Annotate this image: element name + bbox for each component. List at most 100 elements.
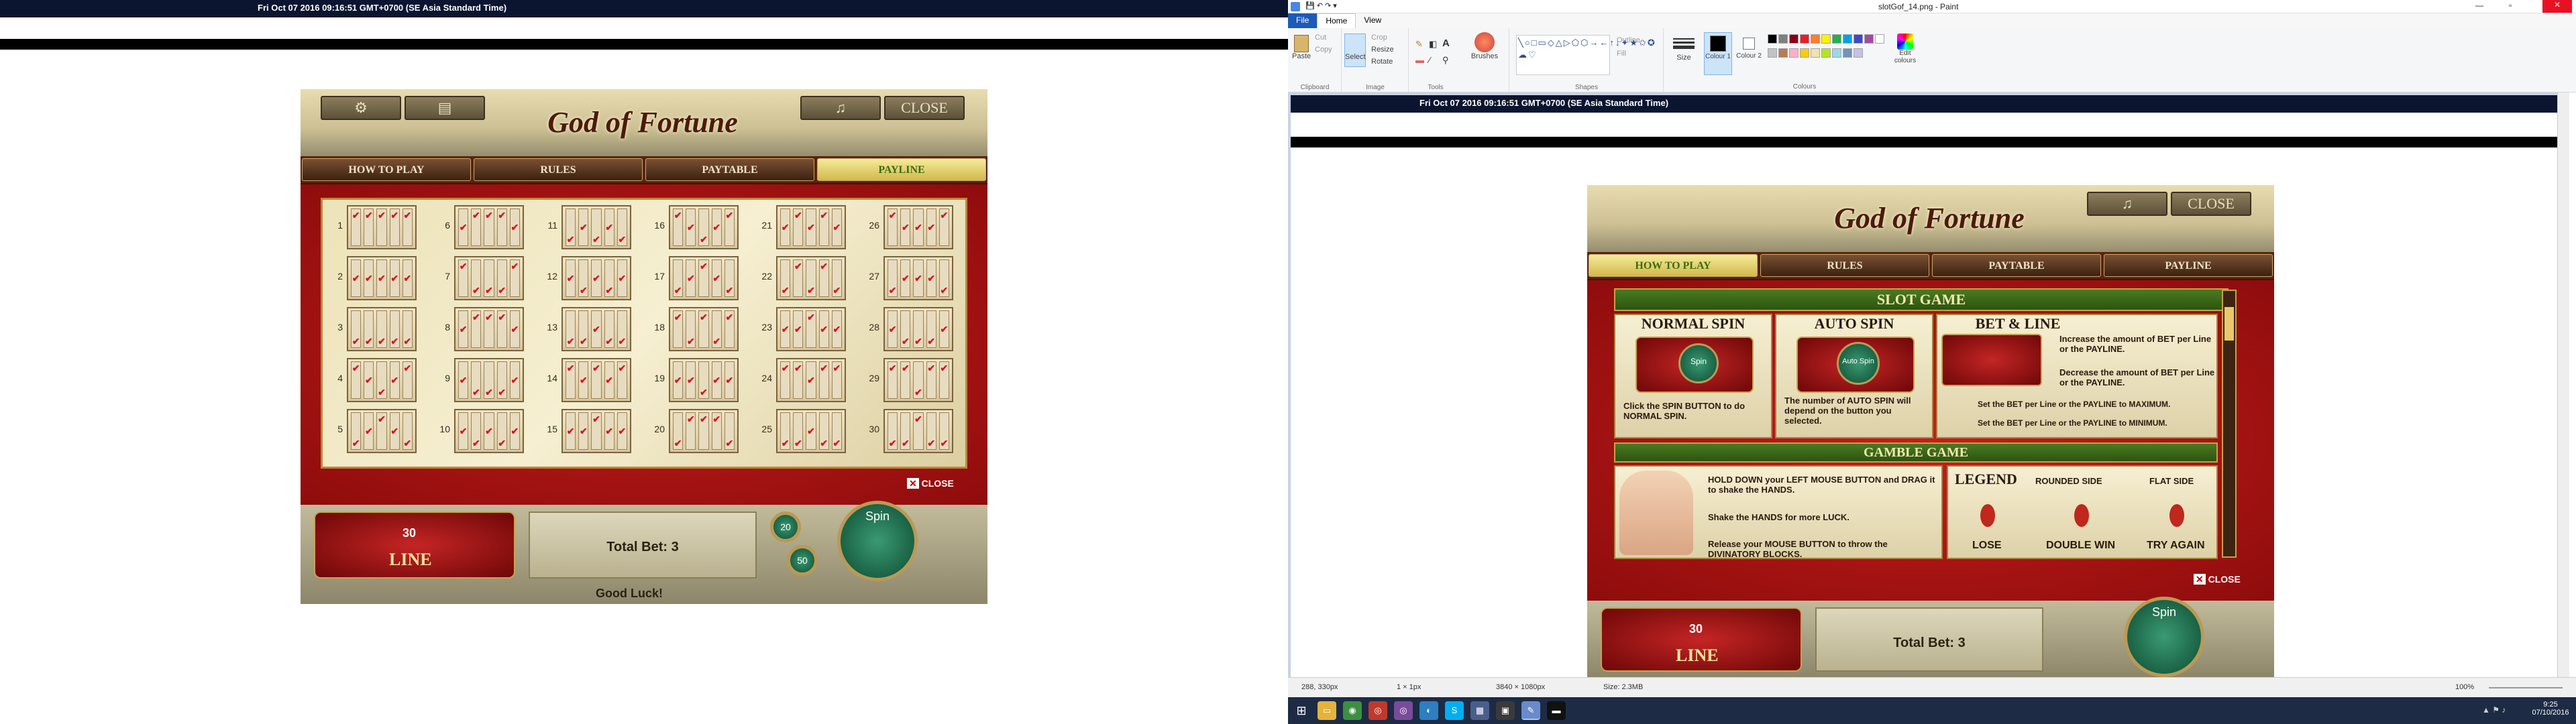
legend-try: TRY AGAIN bbox=[2147, 540, 2205, 551]
colour-swatch[interactable] bbox=[1843, 48, 1852, 58]
canvas-tab-payline[interactable]: PAYLINE bbox=[2104, 254, 2273, 277]
check-mark-icon: ✔ bbox=[781, 222, 790, 233]
canvas-close-button[interactable]: CLOSE bbox=[2171, 192, 2251, 216]
colour-swatch[interactable] bbox=[1864, 34, 1874, 44]
terminal-icon[interactable]: ▬ bbox=[1547, 701, 1566, 720]
colour-swatch[interactable] bbox=[1768, 34, 1777, 44]
paint-canvas-area[interactable]: Fri Oct 07 2016 09:16:51 GMT+0700 (SE As… bbox=[1288, 93, 2569, 677]
check-mark-icon: ✔ bbox=[725, 285, 734, 296]
tab-paytable[interactable]: PAYTABLE bbox=[645, 158, 814, 181]
music-button[interactable]: ♫ bbox=[800, 96, 881, 120]
crop-button[interactable]: Crop bbox=[1371, 34, 1387, 42]
select-button[interactable]: Select bbox=[1344, 34, 1366, 67]
app-icon-4[interactable]: ▦ bbox=[1470, 701, 1489, 720]
brushes-button[interactable]: Brushes bbox=[1468, 32, 1501, 60]
system-tray[interactable]: ▲ ⚑ ♪ bbox=[2482, 705, 2506, 715]
help-close-button[interactable]: ✕ CLOSE bbox=[907, 478, 954, 489]
colour-swatch[interactable] bbox=[1821, 34, 1831, 44]
ribbon: Paste Cut Copy Clipboard Select Crop Res… bbox=[1288, 28, 2576, 93]
tab-how-to-play[interactable]: HOW TO PLAY bbox=[302, 158, 471, 181]
canvas-spin-button[interactable]: Spin bbox=[2124, 597, 2204, 677]
chip-20-button[interactable]: 20 bbox=[770, 511, 801, 542]
zoom-slider[interactable] bbox=[2489, 687, 2563, 688]
colour-swatch[interactable] bbox=[1811, 34, 1820, 44]
chrome-icon[interactable]: ◉ bbox=[1343, 701, 1362, 720]
spin-button[interactable]: Spin bbox=[837, 501, 918, 581]
close-button[interactable]: CLOSE bbox=[884, 96, 965, 120]
clock[interactable]: 9:25 07/10/2016 bbox=[2530, 701, 2571, 717]
colour-swatch[interactable] bbox=[1832, 34, 1841, 44]
rotate-button[interactable]: Rotate bbox=[1371, 58, 1393, 66]
app-icon-5[interactable]: ▣ bbox=[1496, 701, 1515, 720]
minimize-button[interactable]: — bbox=[2475, 1, 2483, 10]
picker-icon[interactable]: ⁄ bbox=[1429, 55, 1430, 65]
maximize-button[interactable]: ▫ bbox=[2509, 1, 2512, 10]
colour-swatch[interactable] bbox=[1789, 34, 1799, 44]
cut-button[interactable]: Cut bbox=[1315, 34, 1326, 42]
normal-spin-text: Click the SPIN BUTTON to do NORMAL SPIN. bbox=[1623, 401, 1746, 421]
pencil-icon[interactable]: ✎ bbox=[1415, 39, 1423, 50]
reel-column: ✔ bbox=[724, 412, 735, 450]
copy-button[interactable]: Copy bbox=[1315, 46, 1332, 54]
colour2-button[interactable]: Colour 2 bbox=[1735, 32, 1763, 75]
tab-rules[interactable]: RULES bbox=[474, 158, 643, 181]
vertical-scrollbar[interactable] bbox=[2557, 93, 2569, 677]
menu-file[interactable]: File bbox=[1288, 13, 1318, 28]
canvas-music-button[interactable]: ♫ bbox=[2087, 192, 2167, 216]
sound-button[interactable]: ⚙ bbox=[321, 96, 401, 120]
size-button[interactable]: Size bbox=[1670, 34, 1697, 62]
start-icon[interactable]: ⊞ bbox=[1292, 701, 1311, 720]
colour-swatch[interactable] bbox=[1778, 34, 1788, 44]
tab-payline[interactable]: PAYLINE bbox=[817, 158, 986, 181]
app-icon-1[interactable]: ◎ bbox=[1368, 701, 1387, 720]
colour1-button[interactable]: Colour 1 bbox=[1704, 32, 1732, 75]
colour-swatch[interactable] bbox=[1854, 34, 1863, 44]
text-icon[interactable]: A bbox=[1442, 38, 1450, 49]
colour-swatch[interactable] bbox=[1875, 34, 1884, 44]
colour-swatch[interactable] bbox=[1854, 48, 1863, 58]
app-icon-2[interactable]: ◎ bbox=[1394, 701, 1413, 720]
paint-taskbar-icon[interactable]: ✎ bbox=[1521, 701, 1540, 720]
canvas-line-selector[interactable]: 30 LINE bbox=[1601, 607, 1802, 672]
scrollbar[interactable] bbox=[2222, 290, 2237, 558]
menu-button[interactable]: ▤ bbox=[405, 96, 485, 120]
check-mark-icon: ✔ bbox=[364, 426, 373, 436]
app-icon-3[interactable]: ◐ bbox=[1419, 701, 1438, 720]
canvas-tab-rules[interactable]: RULES bbox=[1760, 254, 1929, 277]
line-selector[interactable]: 30 LINE bbox=[314, 511, 515, 579]
colour-swatch[interactable] bbox=[1821, 48, 1831, 58]
colour-swatch[interactable] bbox=[1832, 48, 1841, 58]
canvas-tab-paytable[interactable]: PAYTABLE bbox=[1932, 254, 2101, 277]
magnifier-icon[interactable]: ⚲ bbox=[1442, 55, 1449, 66]
eraser-icon[interactable]: ▬ bbox=[1415, 55, 1424, 65]
reel-column: ✔ bbox=[938, 208, 950, 246]
colour-swatch[interactable] bbox=[1778, 48, 1788, 58]
fill-button[interactable]: Fill bbox=[1617, 50, 1626, 58]
outline-button[interactable]: Outline bbox=[1617, 36, 1640, 44]
scroll-thumb[interactable] bbox=[2224, 307, 2234, 341]
reel-column: ✔ bbox=[509, 310, 521, 348]
edit-colours-button[interactable]: Edit colours bbox=[1890, 34, 1920, 64]
close-window-button[interactable]: ✕ bbox=[2542, 0, 2572, 13]
paste-button[interactable]: Paste bbox=[1292, 35, 1311, 60]
chip-50-button[interactable]: 50 bbox=[787, 545, 818, 576]
bet-increase-text: Increase the amount of BET per Line or t… bbox=[2059, 334, 2212, 354]
colour-swatch[interactable] bbox=[1800, 48, 1809, 58]
colour-swatch[interactable] bbox=[1768, 48, 1777, 58]
skype-icon[interactable]: S bbox=[1445, 701, 1464, 720]
colour-swatch[interactable] bbox=[1843, 34, 1852, 44]
canvas-help-close-button[interactable]: ✕ CLOSE bbox=[2194, 574, 2241, 585]
colour-swatch[interactable] bbox=[1789, 48, 1799, 58]
explorer-icon[interactable]: ▭ bbox=[1318, 701, 1336, 720]
colour-swatch[interactable] bbox=[1811, 48, 1820, 58]
menu-home[interactable]: Home bbox=[1317, 13, 1356, 28]
check-mark-icon: ✔ bbox=[674, 285, 682, 296]
canvas-tab-how-to-play[interactable]: HOW TO PLAY bbox=[1589, 254, 1758, 277]
quick-access-toolbar[interactable]: 💾 ↶ ↷ ▾ bbox=[1305, 1, 1337, 10]
shapes-gallery[interactable]: ╲○□▭◇△▷⬠⬡→←↑↓✦★✩✪☁♡ bbox=[1516, 35, 1655, 75]
check-mark-icon: ✔ bbox=[927, 336, 936, 347]
fill-icon[interactable]: ◧ bbox=[1429, 39, 1437, 50]
resize-button[interactable]: Resize bbox=[1371, 46, 1394, 54]
colour-swatch[interactable] bbox=[1800, 34, 1809, 44]
menu-view[interactable]: View bbox=[1356, 13, 1389, 28]
